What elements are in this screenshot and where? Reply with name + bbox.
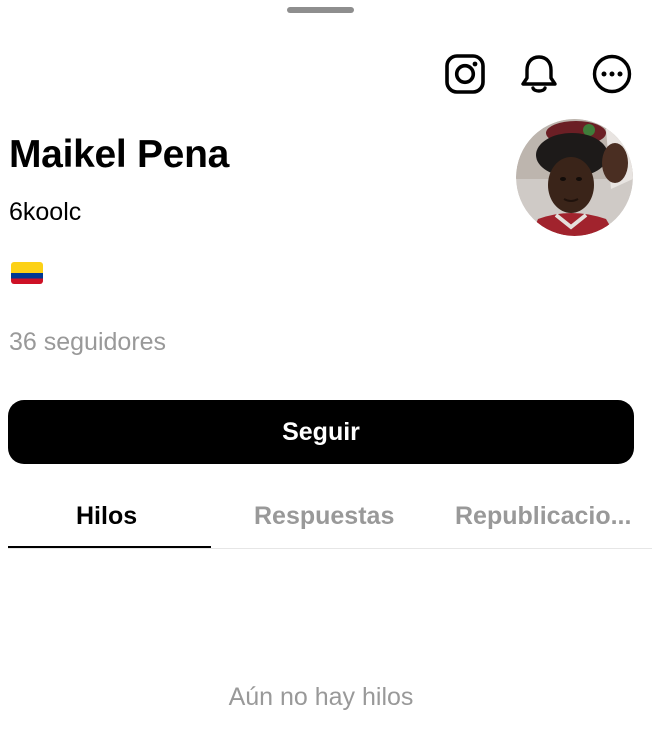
tab-respuestas[interactable]: Respuestas: [254, 502, 394, 531]
follow-button[interactable]: Seguir: [8, 400, 634, 464]
sheet-grabber[interactable]: [287, 7, 354, 13]
more-horizontal-icon: [592, 54, 632, 94]
instagram-button[interactable]: [443, 52, 487, 96]
more-options-button[interactable]: [590, 52, 634, 96]
instagram-icon: [445, 54, 485, 94]
tab-republicaciones[interactable]: Republicacio...: [455, 502, 631, 531]
tab-hilos[interactable]: Hilos: [76, 502, 137, 531]
bell-icon: [521, 55, 557, 93]
notifications-button[interactable]: [517, 52, 561, 96]
empty-state-message: Aún no hay hilos: [228, 683, 414, 711]
avatar[interactable]: [516, 119, 633, 236]
followers-count[interactable]: 36 seguidores: [9, 328, 166, 357]
username[interactable]: 6koolc: [9, 198, 81, 227]
active-tab-indicator: [8, 546, 211, 548]
colombia-flag-icon: [11, 262, 43, 284]
profile-name: Maikel Pena: [9, 133, 229, 176]
tab-divider: [8, 548, 652, 549]
